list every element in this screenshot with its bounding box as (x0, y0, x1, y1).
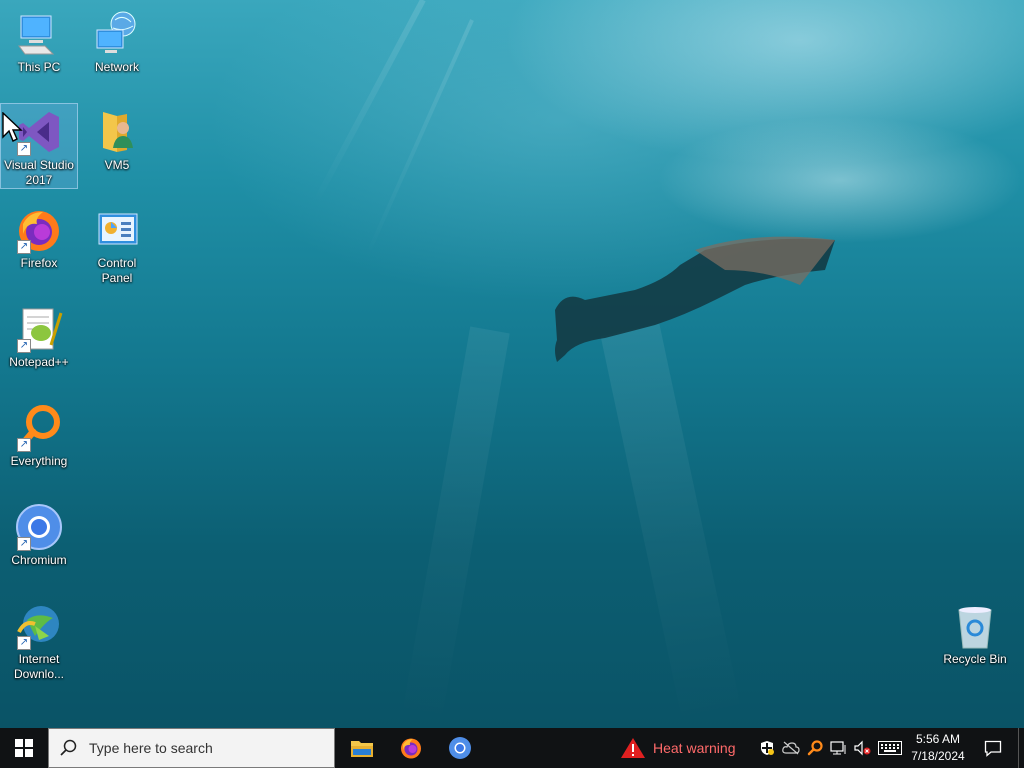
recycle-bin-icon (951, 602, 999, 650)
heat-warning-icon (621, 738, 645, 758)
windows-logo-icon (15, 739, 33, 757)
action-center-button[interactable] (978, 728, 1008, 768)
cloud-sync-icon[interactable] (782, 740, 800, 756)
search-placeholder: Type here to search (89, 740, 213, 756)
taskbar-chromium[interactable] (436, 728, 484, 768)
weather-alert[interactable]: Heat warning (620, 728, 736, 768)
icon-label: Network (94, 60, 139, 74)
shortcut-arrow-icon: ↗ (17, 240, 31, 254)
clock-time: 5:56 AM (915, 732, 961, 746)
notepadpp-icon: ↗ (15, 305, 63, 353)
icon-label: Everything (10, 454, 68, 468)
shortcut-arrow-icon: ↗ (17, 142, 31, 156)
icon-label: Visual Studio 2017 (4, 158, 74, 187)
control-panel-icon (93, 206, 141, 254)
taskbar-firefox[interactable] (387, 728, 435, 768)
desktop-icon-control-panel[interactable]: Control Panel (79, 202, 155, 285)
shortcut-arrow-icon: ↗ (17, 636, 31, 650)
icon-label: Recycle Bin (943, 652, 1007, 666)
light-ray (400, 326, 510, 728)
mouse-cursor-icon (2, 112, 23, 142)
firefox-icon: ↗ (15, 206, 63, 254)
notification-icon (984, 740, 1002, 757)
network-status-icon[interactable] (830, 740, 848, 756)
light-ray (364, 19, 474, 259)
desktop-icon-everything[interactable]: ↗ Everything (1, 400, 77, 474)
computer-icon (15, 10, 63, 58)
show-desktop-button[interactable] (1018, 728, 1024, 768)
icon-label: Notepad++ (9, 355, 69, 369)
windows-security-icon[interactable] (758, 740, 776, 756)
desktop-icon-firefox[interactable]: ↗ Firefox (1, 202, 77, 276)
icon-label: Internet Downlo... (13, 652, 65, 681)
weather-alert-label: Heat warning (653, 740, 736, 756)
icon-label: This PC (17, 60, 61, 74)
internet-download-manager-icon: ↗ (15, 602, 63, 650)
icon-label: Chromium (11, 553, 67, 567)
taskbar-clock[interactable]: 5:56 AM 7/18/2024 (904, 731, 972, 765)
start-button[interactable] (0, 728, 48, 768)
light-ray (312, 0, 426, 205)
search-icon (49, 739, 89, 757)
desktop-icon-vm5[interactable]: VM5 (79, 104, 155, 176)
light-ray (600, 323, 743, 728)
everything-tray-icon[interactable] (806, 740, 824, 756)
shortcut-arrow-icon: ↗ (17, 438, 31, 452)
desktop-icon-chromium[interactable]: ↗ Chromium (1, 499, 77, 573)
desktop-icon-network[interactable]: Network (79, 6, 155, 78)
volume-muted-icon[interactable] (854, 740, 872, 756)
chromium-icon: ↗ (15, 503, 63, 551)
firefox-icon (401, 738, 421, 759)
file-explorer-icon (351, 741, 373, 757)
clock-date: 7/18/2024 (911, 749, 965, 763)
user-folder-icon (93, 108, 141, 156)
network-icon (93, 10, 141, 58)
taskbar: Type here to search Heat warning 5:56 AM… (0, 728, 1024, 768)
desktop-icon-internet-download-manager[interactable]: ↗ Internet Downlo... (1, 598, 77, 686)
icon-label: Firefox (20, 256, 58, 270)
icon-label: Control Panel (97, 256, 137, 285)
desktop[interactable]: This PC ↗ Visual Studio 2017 ↗ Firefox ↗… (0, 0, 1024, 728)
shortcut-arrow-icon: ↗ (17, 339, 31, 353)
desktop-icon-recycle-bin[interactable]: Recycle Bin (937, 598, 1013, 670)
desktop-icon-this-pc[interactable]: This PC (1, 6, 77, 78)
icon-label: VM5 (104, 158, 130, 172)
taskbar-file-explorer[interactable] (338, 728, 386, 768)
everything-search-icon: ↗ (15, 404, 63, 452)
chromium-icon (449, 737, 471, 759)
diver-wallpaper-figure (555, 236, 835, 362)
taskbar-search-box[interactable]: Type here to search (48, 728, 335, 768)
desktop-icon-notepadpp[interactable]: ↗ Notepad++ (1, 301, 77, 375)
shortcut-arrow-icon: ↗ (17, 537, 31, 551)
keyboard-icon[interactable] (878, 740, 902, 756)
